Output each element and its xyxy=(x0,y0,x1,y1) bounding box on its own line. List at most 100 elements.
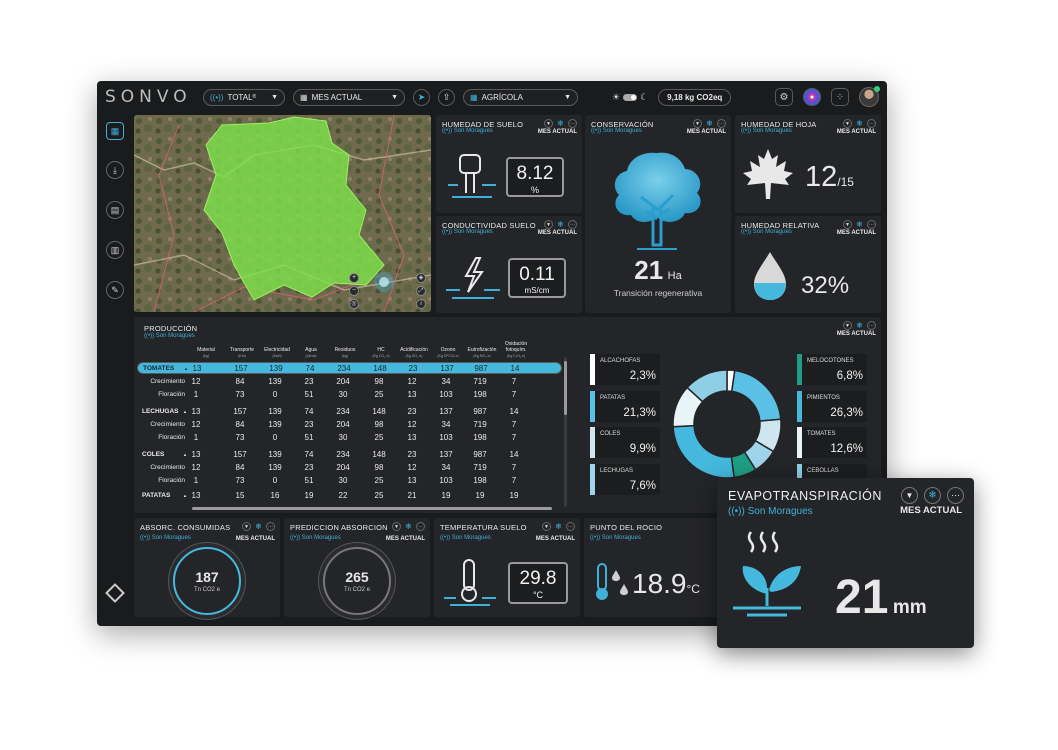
sector-select[interactable]: ▦ AGRÍCOLA ▼ xyxy=(463,88,578,106)
column-header[interactable]: Transporte (Km) xyxy=(223,347,261,359)
filter-button[interactable]: ▼ xyxy=(544,119,553,128)
table-row[interactable]: COLES ▲ 13 157 139 74 234 148 23 137 987 14 xyxy=(137,448,562,460)
avatar[interactable] xyxy=(859,86,880,107)
table-cell: 157 xyxy=(234,363,248,373)
filter-button[interactable]: ▼ xyxy=(693,119,702,128)
table-row[interactable]: Floración 1 73 0 51 30 25 13 103 198 7 xyxy=(137,474,562,486)
more-button[interactable]: ⋯ xyxy=(867,119,876,128)
locate-button[interactable]: ◎ xyxy=(349,299,359,309)
snowflake-icon[interactable]: ❄ xyxy=(404,522,413,531)
table-cell: 15 xyxy=(235,490,245,500)
layers-button[interactable]: ◈ xyxy=(416,273,426,283)
theme-toggle[interactable]: ☀ ☾ xyxy=(612,92,648,103)
table-row[interactable]: Floración 1 73 0 51 30 25 13 103 198 7 xyxy=(137,431,562,443)
column-header[interactable]: Acidificación (Kg SO₂ e) xyxy=(395,347,433,359)
table-vertical-scrollbar[interactable] xyxy=(564,357,567,507)
more-button[interactable]: ⋯ xyxy=(416,522,425,531)
farm-map[interactable]: + − ◎ ◈ ⤢ i xyxy=(134,115,431,312)
info-button[interactable]: i xyxy=(416,299,426,309)
snowflake-icon[interactable]: ❄ xyxy=(556,119,565,128)
filter-button[interactable]: ▼ xyxy=(843,321,852,330)
column-header[interactable]: Residuos (kg) xyxy=(326,347,364,359)
column-header[interactable]: Ozono (Kg CFC11 e) xyxy=(429,347,467,359)
apps-button[interactable]: ⁘ xyxy=(831,88,849,106)
zoom-out-button[interactable]: − xyxy=(349,286,359,296)
column-header[interactable]: Eutrofización (Kg NO₃ e) xyxy=(463,347,501,359)
table-row[interactable]: Crecimiento 12 84 139 23 204 98 12 34 719 7 xyxy=(137,418,562,430)
legend-item[interactable]: COLES 9,9% xyxy=(590,427,660,458)
donut-slice[interactable] xyxy=(730,369,782,422)
column-header[interactable]: Agua (Litros) xyxy=(292,347,330,359)
table-row[interactable]: Crecimiento 12 84 139 23 204 98 12 34 719 7 xyxy=(137,375,562,387)
more-button[interactable]: ⋯ xyxy=(947,487,964,504)
table-row[interactable]: Floración 1 73 0 51 30 25 13 103 198 7 xyxy=(137,388,562,400)
table-row[interactable]: TOMATES ▲ 13 157 139 74 234 148 23 137 987 14 xyxy=(137,362,562,374)
snowflake-icon[interactable]: ❄ xyxy=(855,321,864,330)
legend-item[interactable]: MELOCOTONES 6,8% xyxy=(797,354,867,385)
zoom-in-button[interactable]: + xyxy=(349,273,359,283)
table-cell: 34 xyxy=(441,462,451,472)
moon-icon: ☾ xyxy=(640,91,649,102)
sidebar-item-dashboard[interactable]: ▦ xyxy=(106,122,124,140)
more-button[interactable]: ⋯ xyxy=(568,220,577,229)
sidebar-item-documents[interactable]: ▤ xyxy=(106,201,124,219)
more-button[interactable]: ⋯ xyxy=(266,522,275,531)
snowflake-icon[interactable]: ❄ xyxy=(554,522,563,531)
column-header[interactable]: Material (kg) xyxy=(187,347,225,359)
soil-temperature-value-box: 29.8 °C xyxy=(508,562,568,604)
send-button[interactable]: ➤ xyxy=(413,88,430,106)
sidebar-item-download[interactable]: ⤓ xyxy=(106,161,124,179)
relative-humidity-panel: HUMEDAD RELATIVA ((•)) Son Moragues ▼ ❄ ⋯ … xyxy=(735,216,881,313)
sidebar-item-edit[interactable]: ✎ xyxy=(106,281,124,299)
period-select[interactable]: ▦ MES ACTUAL ▼ xyxy=(293,88,405,106)
scope-select[interactable]: ((•)) TOTAL ® ▼ xyxy=(203,88,285,106)
filter-button[interactable]: ▼ xyxy=(542,522,551,531)
conductivity-value-box: 0.11 mS/cm xyxy=(508,258,566,298)
snowflake-icon[interactable]: ❄ xyxy=(705,119,714,128)
period-label: MES ACTUAL xyxy=(537,129,577,135)
filter-button[interactable]: ▼ xyxy=(544,220,553,229)
fullscreen-button[interactable]: ⤢ xyxy=(416,286,426,296)
more-button[interactable]: ⋯ xyxy=(717,119,726,128)
panel-location: ((•)) Son Moragues xyxy=(591,128,642,134)
legend-item[interactable]: LECHUGAS 7,6% xyxy=(590,464,660,495)
legend-item[interactable]: PIMIENTOS 26,3% xyxy=(797,391,867,422)
table-horizontal-scrollbar[interactable] xyxy=(192,507,552,510)
snowflake-icon[interactable]: ❄ xyxy=(855,220,864,229)
leaf-moisture-panel: HUMEDAD DE HOJA ((•)) Son Moragues ▼ ❄ ⋯ M… xyxy=(735,115,881,213)
location-label: Son Moragues xyxy=(601,535,641,541)
table-cell: 139 xyxy=(268,462,282,472)
table-cell: 51 xyxy=(304,432,314,442)
donut-slice[interactable] xyxy=(672,424,735,479)
notifications-button[interactable]: ● xyxy=(803,88,821,106)
snowflake-icon[interactable]: ❄ xyxy=(924,487,941,504)
filter-button[interactable]: ▼ xyxy=(843,119,852,128)
column-header[interactable]: Electricidad (Kwh) xyxy=(258,347,296,359)
upload-button[interactable]: ⇪ xyxy=(438,88,455,106)
settings-button[interactable]: ⚙ xyxy=(775,88,793,106)
filter-button[interactable]: ▼ xyxy=(901,487,918,504)
snowflake-icon[interactable]: ❄ xyxy=(556,220,565,229)
more-button[interactable]: ⋯ xyxy=(566,522,575,531)
table-cell: 204 xyxy=(336,376,350,386)
more-button[interactable]: ⋯ xyxy=(867,321,876,330)
table-cell: 12 xyxy=(191,376,201,386)
table-row[interactable]: LECHUGAS ▲ 13 157 139 74 234 148 23 137 987 14 xyxy=(137,405,562,417)
sidebar-item-charts[interactable]: ▥ xyxy=(106,241,124,259)
filter-button[interactable]: ▼ xyxy=(242,522,251,531)
column-header[interactable]: Oxidación fotoquím. (Kg C₂H₄ e) xyxy=(497,341,535,359)
table-cell: 12 xyxy=(407,376,417,386)
snowflake-icon[interactable]: ❄ xyxy=(855,119,864,128)
table-row[interactable]: PATATAS ▲ 13 15 16 19 22 25 21 19 19 19 xyxy=(137,489,562,501)
legend-item[interactable]: PATATAS 21,3% xyxy=(590,391,660,422)
more-button[interactable]: ⋯ xyxy=(867,220,876,229)
table-row[interactable]: Crecimiento 12 84 139 23 204 98 12 34 719 7 xyxy=(137,461,562,473)
toggle-switch[interactable] xyxy=(623,93,638,101)
snowflake-icon[interactable]: ❄ xyxy=(254,522,263,531)
filter-button[interactable]: ▼ xyxy=(843,220,852,229)
legend-item[interactable]: ALCACHOFAS 2,3% xyxy=(590,354,660,385)
legend-item[interactable]: TOMATES 12,6% xyxy=(797,427,867,458)
location-label: Son Moragues xyxy=(453,229,493,235)
filter-button[interactable]: ▼ xyxy=(392,522,401,531)
more-button[interactable]: ⋯ xyxy=(568,119,577,128)
